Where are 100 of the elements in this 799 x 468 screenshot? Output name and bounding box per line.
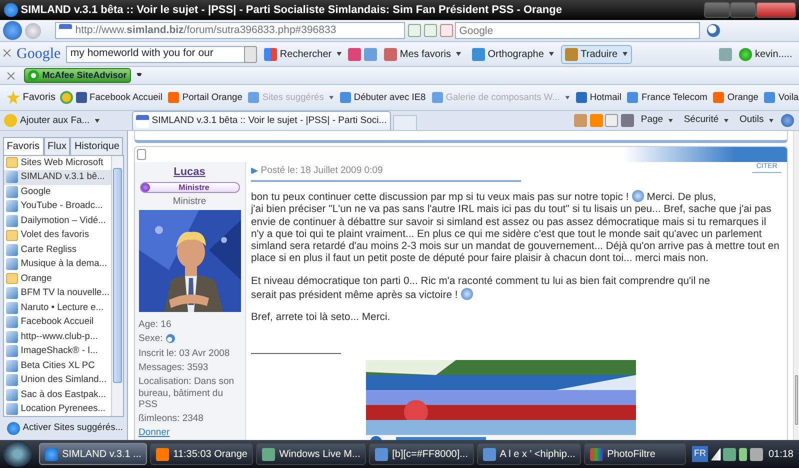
scrollbar-thumb[interactable] — [795, 375, 798, 425]
favorites-button[interactable]: Favoris — [2, 88, 60, 107]
page-icon — [627, 92, 638, 103]
status-dot-icon — [739, 48, 752, 60]
favorite-item[interactable]: Google — [4, 184, 112, 199]
page-icon — [6, 244, 18, 256]
favorite-link[interactable]: Portail Orange — [165, 88, 246, 106]
favorite-item[interactable]: Beta Cities XL PC — [4, 358, 112, 373]
toolbar-button[interactable]: Traduire — [560, 44, 632, 64]
arrow-icon — [251, 167, 258, 174]
signal-icon[interactable] — [710, 448, 721, 460]
favorite-item[interactable]: Facebook Accueil — [4, 315, 112, 330]
start-button[interactable] — [2, 441, 32, 467]
post-text: Bref, arrete toi là seto... Merci. — [251, 312, 390, 325]
favorite-item[interactable]: ImageShack® - I... — [4, 344, 112, 358]
clock: 01:18 — [767, 448, 794, 462]
favorite-item[interactable]: Sites Web Microsoft — [4, 156, 112, 170]
browser-tab[interactable]: SIMLAND v.3.1 bêta :: Voir le sujet - |PSS| - Parti Soci... — [132, 111, 391, 130]
taskbar-button[interactable]: SIMLAND v.3.1 ... — [39, 443, 148, 465]
scrollbar-thumb[interactable] — [113, 168, 122, 382]
sidebar-tab[interactable]: Flux — [44, 136, 70, 154]
address-field[interactable]: http://www.simland.biz/forum/sutra396833.php#396833 — [55, 22, 406, 39]
close-button[interactable] — [756, 2, 796, 18]
account-button[interactable]: kevin..... — [735, 44, 796, 64]
search-field[interactable]: Google — [455, 22, 700, 39]
menu-button[interactable]: Outils — [735, 111, 778, 130]
maximize-button[interactable] — [730, 2, 756, 18]
menu-button[interactable]: Page — [636, 111, 678, 130]
taskbar-button[interactable]: Windows Live M... — [256, 443, 366, 465]
favorite-item[interactable]: YouTube - Broadc... — [4, 199, 112, 214]
page-icon — [6, 345, 18, 358]
smiley-icon — [632, 190, 644, 202]
favorite-item[interactable]: Location Pyrenees... — [4, 402, 112, 416]
folder-icon — [6, 157, 18, 168]
page-icon — [6, 287, 18, 300]
taskbar-button[interactable]: A l e x ' <hiphip... — [476, 443, 582, 465]
sidebar-tab[interactable]: Favoris — [2, 136, 44, 156]
favorite-item[interactable]: SIMLAND v.3.1 bê... — [4, 170, 112, 184]
page-icon — [6, 186, 18, 198]
favorite-item[interactable]: Orange — [4, 272, 112, 286]
post-text: serait pas président même après sa victoire ! — [251, 290, 458, 302]
favorite-item[interactable]: Carte Regliss — [4, 242, 112, 257]
tab-title: SIMLAND v.3.1 bêta :: Voir le sujet - |PSS| - Parti Soci... — [152, 114, 387, 128]
favorite-item[interactable]: Naruto • Lecture e... — [4, 300, 112, 315]
minimize-button[interactable] — [704, 2, 730, 18]
page-icon — [6, 360, 18, 372]
favorite-item[interactable]: Sac à dos Eastpak... — [4, 388, 112, 402]
profile-label: Sexe: — [138, 333, 163, 345]
add-favorite-icon[interactable] — [60, 91, 73, 104]
taskbar-button[interactable]: 11:35:03 Orange — [150, 443, 254, 465]
give-link[interactable]: Donner — [138, 428, 240, 438]
favorite-item[interactable]: Musique à la dema... — [4, 257, 112, 272]
back-icon[interactable] — [2, 21, 22, 40]
favorite-item[interactable]: http--www.club-p... — [4, 330, 112, 344]
scrollbar[interactable] — [111, 156, 124, 416]
username-link[interactable]: Lucas — [174, 164, 206, 180]
toolbar-button[interactable]: Mes favoris — [380, 44, 465, 64]
google-search-field[interactable]: my homeworld with you for our — [66, 46, 246, 62]
app-icon — [482, 448, 496, 460]
favorite-item[interactable]: Volet des favoris — [4, 228, 112, 242]
favorite-item[interactable]: BFM TV la nouvelle... — [4, 286, 112, 300]
folder-icon — [6, 273, 18, 284]
taskbar-button[interactable]: PhotoFiltre — [584, 443, 686, 465]
favorite-link[interactable]: Débuter avec IE8 — [336, 88, 429, 106]
browser-icon — [4, 3, 18, 17]
favorite-link[interactable]: Hotmail — [572, 88, 624, 106]
post-date: Posté le: 18 Juillet 2009 0:09 — [260, 164, 383, 178]
sidebar-tab[interactable]: Historique — [70, 136, 124, 154]
siteadvisor-button[interactable]: McAfee SiteAdvisor — [24, 68, 131, 83]
help-icon[interactable] — [780, 114, 794, 127]
add-favorites-button[interactable]: Ajouter aux Fa... — [0, 112, 128, 130]
new-tab-button[interactable] — [392, 115, 417, 130]
app-icon — [45, 448, 58, 460]
browser-icon — [6, 422, 20, 435]
dropdown-icon[interactable] — [244, 46, 258, 62]
toolbar-button[interactable]: Orthographe — [468, 44, 558, 64]
post-text: Merci. De plus, — [646, 192, 716, 204]
page-icon — [6, 214, 18, 227]
page-icon — [713, 92, 724, 103]
app-icon — [590, 448, 604, 460]
favorite-link[interactable]: Orange — [710, 88, 762, 106]
google-logo: Google — [16, 44, 61, 64]
suggested-sites-link[interactable]: Activer Sites suggérés... — [2, 419, 124, 438]
page-icon — [168, 92, 180, 103]
smiley-icon — [460, 288, 473, 300]
favorite-item[interactable]: Union des Simland... — [4, 373, 112, 388]
page-icon — [6, 374, 18, 386]
favorite-item[interactable]: Dailymotion – Vidé... — [4, 214, 112, 228]
favorite-link[interactable]: Facebook Accueil — [72, 88, 166, 106]
language-indicator[interactable]: FR — [692, 446, 708, 462]
forward-icon[interactable] — [24, 22, 40, 38]
menu-button[interactable]: Sécurité — [680, 111, 733, 130]
page-scrollbar[interactable] — [793, 131, 799, 440]
battery-icon[interactable] — [739, 448, 748, 460]
taskbar-button[interactable]: [b][c=#FF8000]... — [369, 443, 474, 465]
favorite-link[interactable]: Voila — [761, 88, 799, 106]
page-icon — [340, 92, 351, 103]
favorite-link[interactable]: France Telecom — [624, 88, 710, 106]
page-icon — [6, 403, 18, 416]
toolbar-button[interactable]: Rechercher — [260, 44, 346, 64]
